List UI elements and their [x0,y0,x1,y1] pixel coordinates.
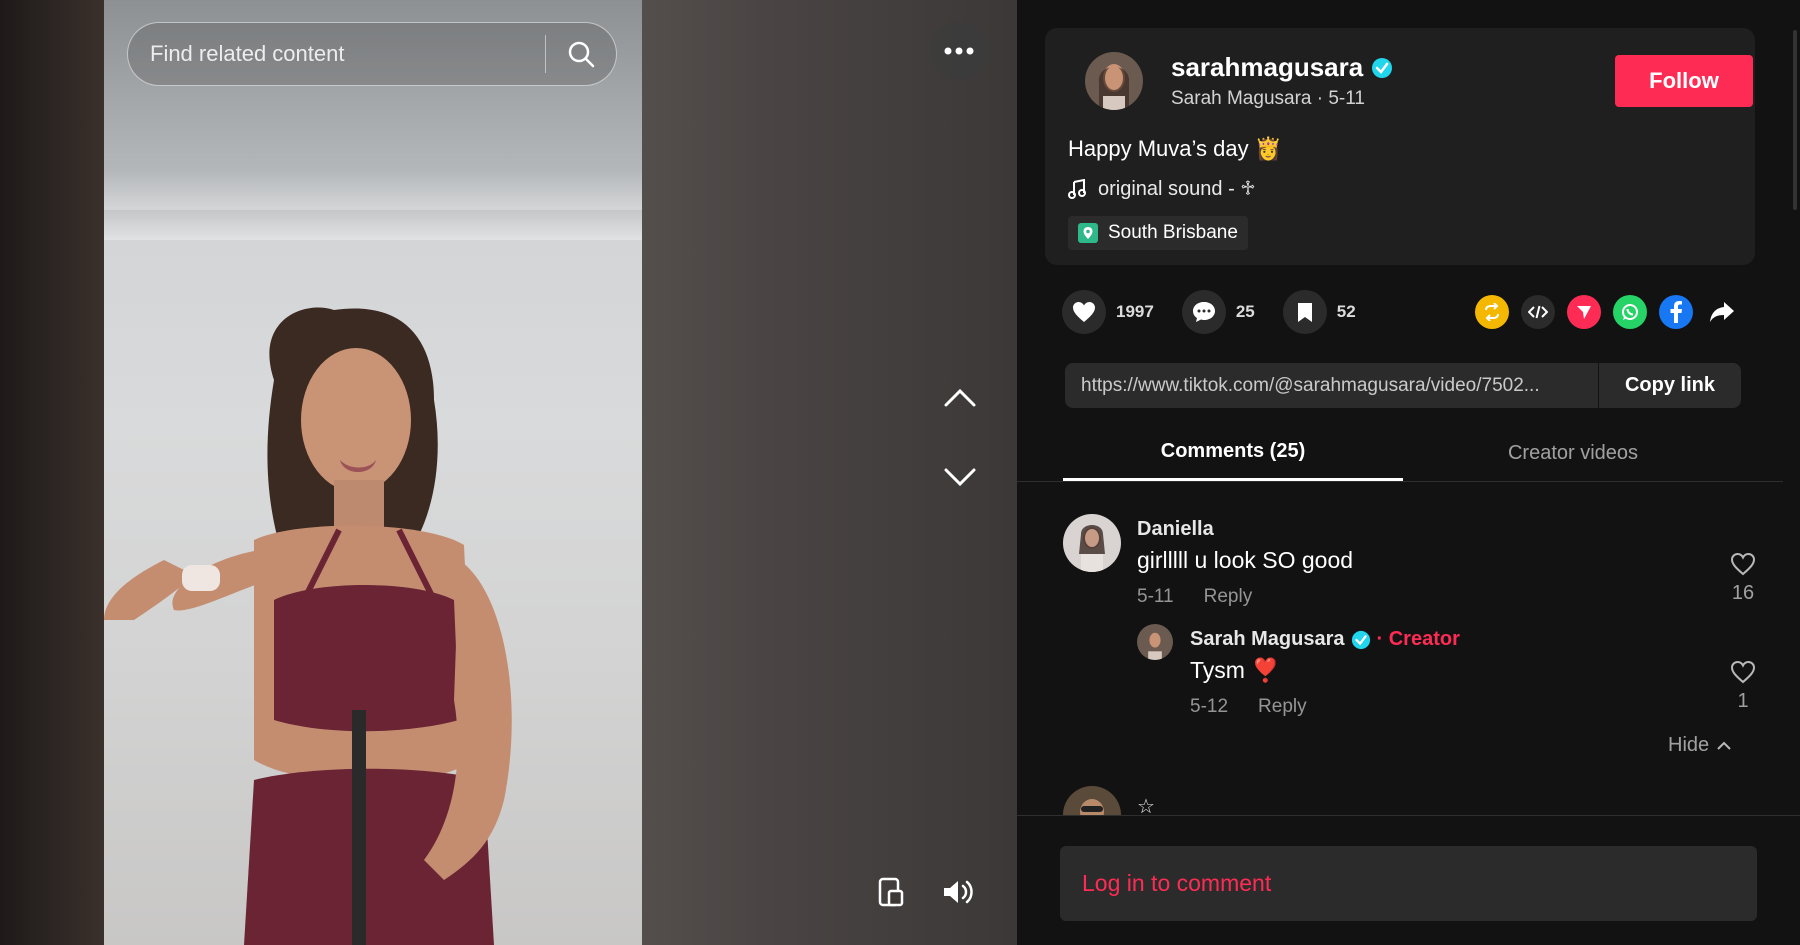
reply-author[interactable]: Sarah Magusara [1190,628,1345,651]
comment-text: girlllll u look SO good [1137,547,1354,573]
comment-input-divider [1017,815,1800,816]
reply-reply-button[interactable]: Reply [1258,696,1307,718]
facebook-icon[interactable] [1659,295,1693,329]
floating-player-button[interactable] [869,870,913,914]
tab-creator-videos[interactable]: Creator videos [1403,425,1743,481]
chevron-up-icon [944,388,976,407]
save-button[interactable] [1282,290,1327,334]
hide-label: Hide [1668,734,1710,756]
video-player[interactable]: Find related content [0,0,1017,945]
verified-badge-icon [1372,57,1393,78]
comment-text: ☆ [1137,796,1155,815]
mini-player-icon [878,877,904,907]
reply-like-button[interactable]: 1 [1723,660,1763,713]
location-name: South Brisbane [1108,222,1238,243]
details-panel: sarahmagusara Sarah Magusara · 5-11 Foll… [1017,0,1800,945]
reply-avatar[interactable] [1137,624,1173,660]
location-pin-icon [1078,223,1098,243]
whatsapp-icon[interactable] [1613,295,1647,329]
more-dots-icon [944,47,974,55]
creator-badge: · Creator [1376,628,1460,650]
share-arrow-icon[interactable] [1705,295,1739,329]
comment-bubble-icon [1192,302,1215,322]
sound-name: original sound - ♱ [1098,178,1256,200]
next-video-button[interactable] [936,454,984,502]
share-icons-row [1475,295,1739,329]
comment-like-count: 16 [1731,582,1755,604]
comment-button[interactable] [1181,290,1226,334]
previous-video-button[interactable] [936,373,984,421]
find-related-search[interactable]: Find related content [127,22,617,86]
comment-author[interactable]: Daniella [1137,518,1214,541]
comment-action[interactable]: 25 [1181,290,1255,334]
post-caption: Happy Muva’s day 👸 [1068,136,1283,161]
comment-date: 5-11 [1137,586,1174,607]
author-username[interactable]: sarahmagusara [1171,52,1363,83]
bookmark-icon [1297,303,1312,322]
commenter-avatar[interactable] [1063,786,1121,815]
panel-scrollbar[interactable] [1793,30,1797,210]
search-input[interactable]: Find related content [128,41,545,67]
reply-date: 5-12 [1190,696,1229,717]
search-icon [568,41,595,68]
author-subtitle: Sarah Magusara · 5-11 [1171,88,1365,109]
comment-like-button[interactable]: 16 [1723,552,1763,605]
comment-reply-button[interactable]: Reply [1204,586,1253,608]
tab-comments[interactable]: Comments (25) [1063,425,1403,481]
volume-button[interactable] [937,870,981,914]
search-button[interactable] [546,24,616,84]
send-icon[interactable] [1567,295,1601,329]
verified-badge-icon [1351,630,1370,649]
comment-meta: 5-11 Reply [1137,586,1252,608]
more-options-button[interactable] [930,22,988,80]
sound-link[interactable]: original sound - ♱ [1068,176,1256,201]
music-note-icon [1068,178,1086,199]
heart-outline-icon [1730,552,1756,576]
post-info-card: sarahmagusara Sarah Magusara · 5-11 Foll… [1045,28,1755,265]
follow-button[interactable]: Follow [1615,55,1753,107]
chevron-down-icon [944,468,976,487]
speaker-icon [944,880,973,904]
repost-icon[interactable] [1475,295,1509,329]
heart-outline-icon [1730,660,1756,684]
location-tag[interactable]: South Brisbane [1068,216,1248,250]
share-link-text[interactable]: https://www.tiktok.com/@sarahmagusara/vi… [1065,375,1598,397]
video-frame[interactable] [104,0,642,945]
video-person-figure [104,307,512,945]
panel-tabs: Comments (25) Creator videos [1017,425,1783,482]
comment-count: 25 [1235,302,1255,321]
embed-icon[interactable] [1521,295,1555,329]
reply-like-count: 1 [1737,690,1749,712]
save-action[interactable]: 52 [1282,290,1356,334]
author-name-row: sarahmagusara [1171,52,1393,83]
chevron-up-icon [1717,741,1731,750]
reply-text: Tysm ❣️ [1190,657,1280,683]
comments-list: Daniella girlllll u look SO good 5-11 Re… [1017,482,1783,815]
login-to-comment-button[interactable]: Log in to comment [1060,846,1757,921]
reply-author-row: Sarah Magusara · Creator [1190,628,1460,651]
copy-link-button[interactable]: Copy link [1598,363,1741,408]
save-count: 52 [1336,302,1356,321]
share-link-box: https://www.tiktok.com/@sarahmagusara/vi… [1065,363,1741,408]
heart-icon [1073,302,1095,322]
like-button[interactable] [1062,290,1106,334]
hide-replies-button[interactable]: Hide [1668,734,1731,757]
like-count: 1997 [1116,302,1154,321]
commenter-avatar[interactable] [1063,514,1121,572]
video-backdrop-left [0,0,104,945]
author-avatar[interactable] [1085,52,1143,110]
reply-meta: 5-12 Reply [1190,696,1307,718]
like-action[interactable]: 1997 [1062,290,1154,334]
engagement-actions: 1997 25 52 [1062,290,1384,334]
